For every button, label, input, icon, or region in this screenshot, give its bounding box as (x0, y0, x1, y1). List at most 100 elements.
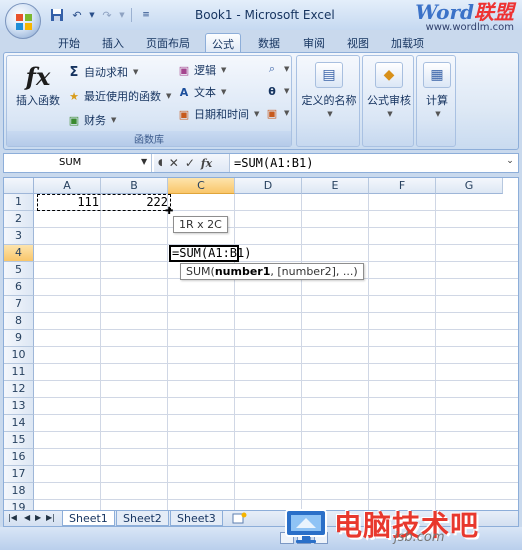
date-time-label: 日期和时间 (194, 108, 249, 121)
tab-insert[interactable]: 插入 (96, 33, 130, 52)
first-sheet-icon[interactable]: |◀ (8, 513, 17, 522)
name-manager-icon: ▤ (315, 62, 343, 88)
calendar-book-icon: ▣ (178, 107, 190, 121)
column-header-a[interactable]: A (34, 178, 101, 194)
row-header-3[interactable]: 3 (4, 228, 34, 245)
row-gridline (34, 329, 518, 330)
recently-used-label: 最近使用的函数 (84, 90, 161, 103)
insert-function-fx-icon[interactable]: fx (201, 157, 212, 170)
row-gridline (34, 448, 518, 449)
chevron-down-icon: ▼ (284, 109, 290, 117)
row-header-13[interactable]: 13 (4, 398, 34, 415)
column-header-e[interactable]: E (302, 178, 369, 194)
autosum-button[interactable]: Σ 自动求和 ▼ (67, 64, 139, 80)
row-header-12[interactable]: 12 (4, 381, 34, 398)
footer-watermark: 电脑技术吧 jsb.com (282, 500, 522, 550)
tab-data[interactable]: 数据 (252, 33, 286, 52)
prev-sheet-icon[interactable]: ◀ (24, 513, 30, 522)
row-header-18[interactable]: 18 (4, 483, 34, 500)
insert-sheet-icon[interactable] (232, 512, 250, 525)
row-header-16[interactable]: 16 (4, 449, 34, 466)
financial-button[interactable]: ▣ 财务 ▼ (67, 112, 117, 128)
tab-view[interactable]: 视图 (341, 33, 375, 52)
redo-dropdown-icon[interactable]: ▼ (118, 6, 126, 24)
calculation-button[interactable]: ▦ 计算 ▼ (417, 62, 457, 118)
lookup-reference-button[interactable]: ⌕ ▼ (265, 62, 289, 76)
row-gridline (34, 380, 518, 381)
tab-home[interactable]: 开始 (52, 33, 86, 52)
undo-icon[interactable]: ↶ (68, 6, 86, 24)
undo-dropdown-icon[interactable]: ▼ (88, 6, 96, 24)
row-header-11[interactable]: 11 (4, 364, 34, 381)
cell-a1[interactable]: 111 (37, 195, 99, 209)
enter-icon[interactable]: ✓ (185, 156, 195, 170)
expand-formula-bar-icon[interactable]: ⌄ (504, 156, 516, 170)
name-box-dropdown-icon[interactable]: ▼ (141, 157, 147, 166)
formula-bar: SUM ▼ ◖ ✕ ✓ fx =SUM(A1:B1) ⌄ (3, 153, 519, 173)
column-header-f[interactable]: F (369, 178, 436, 194)
next-sheet-icon[interactable]: ▶ (35, 513, 41, 522)
column-header-d[interactable]: D (235, 178, 302, 194)
sheet-tab-1[interactable]: Sheet1 (62, 511, 115, 526)
cell-b1[interactable]: 222 (104, 195, 168, 209)
tab-add-ins[interactable]: 加载项 (385, 33, 430, 52)
function-argument-tip[interactable]: SUM(number1, [number2], ...) (180, 263, 364, 280)
formula-input[interactable]: =SUM(A1:B1) (234, 156, 313, 170)
math-trig-button[interactable]: θ ▼ (265, 84, 289, 98)
selection-size-tip: 1R x 2C (173, 216, 228, 233)
row-header-2[interactable]: 2 (4, 211, 34, 228)
tab-review[interactable]: 审阅 (297, 33, 331, 52)
financial-label: 财务 (84, 114, 106, 127)
column-header-g[interactable]: G (436, 178, 503, 194)
financial-book-icon: ▣ (68, 113, 80, 127)
row-gridline (34, 414, 518, 415)
cancel-icon[interactable]: ✕ (169, 156, 179, 170)
more-functions-button[interactable]: ▣ ▼ (265, 106, 290, 120)
auditing-icon: ◆ (375, 62, 403, 88)
logical-book-icon: ▣ (178, 63, 190, 77)
select-all-corner[interactable] (4, 178, 34, 194)
text-button[interactable]: A 文本 ▼ (177, 84, 227, 100)
insert-function-label: 插入函数 (16, 94, 60, 107)
row-header-5[interactable]: 5 (4, 262, 34, 279)
function-library-label: 函数库 (7, 131, 291, 146)
date-time-button[interactable]: ▣ 日期和时间 ▼ (177, 106, 260, 122)
name-box[interactable]: SUM (4, 154, 152, 172)
watermark-sub: jsb.com (394, 530, 445, 545)
column-gridline (100, 194, 101, 510)
last-sheet-icon[interactable]: ▶| (46, 513, 55, 522)
worksheet-grid[interactable]: ABCDEFG 1 2 3 4 5 6 7 8 9 10 11 12 13 14 15 16 17 18 19 11… (3, 177, 519, 511)
row-header-1[interactable]: 1 (4, 194, 34, 211)
redo-icon[interactable]: ↷ (98, 6, 116, 24)
row-header-6[interactable]: 6 (4, 279, 34, 296)
row-header-9[interactable]: 9 (4, 330, 34, 347)
row-header-14[interactable]: 14 (4, 415, 34, 432)
recently-used-button[interactable]: ★ 最近使用的函数 ▼ (67, 88, 171, 104)
sheet-tab-3[interactable]: Sheet3 (170, 511, 223, 526)
active-cell-c4[interactable]: =SUM(A1:B1) (169, 245, 251, 262)
tab-page-layout[interactable]: 页面布局 (140, 33, 196, 52)
formula-auditing-button[interactable]: ◆ 公式审核 ▼ (363, 62, 415, 118)
row-header-4[interactable]: 4 (4, 245, 34, 262)
row-gridline (34, 482, 518, 483)
tip-function-name: SUM( (186, 265, 215, 278)
sheet-tab-2[interactable]: Sheet2 (116, 511, 169, 526)
row-header-15[interactable]: 15 (4, 432, 34, 449)
tab-formulas[interactable]: 公式 (205, 33, 241, 52)
save-icon[interactable] (48, 6, 66, 24)
row-header-17[interactable]: 17 (4, 466, 34, 483)
row-header-7[interactable]: 7 (4, 296, 34, 313)
column-header-b[interactable]: B (101, 178, 168, 194)
formula-auditing-label: 公式审核 (367, 94, 411, 107)
row-header-8[interactable]: 8 (4, 313, 34, 330)
column-header-c[interactable]: C (168, 178, 235, 194)
insert-function-button[interactable]: fx 插入函数 (15, 62, 61, 108)
logical-button[interactable]: ▣ 逻辑 ▼ (177, 62, 227, 78)
fill-handle-icon[interactable]: ✚ (165, 206, 175, 217)
defined-names-button[interactable]: ▤ 定义的名称 ▼ (299, 62, 359, 118)
row-header-19[interactable]: 19 (4, 500, 34, 510)
row-header-10[interactable]: 10 (4, 347, 34, 364)
customize-icon[interactable]: ≡ (137, 6, 155, 24)
tip-remaining-arguments: , [number2], ...) (270, 265, 358, 278)
office-button[interactable] (5, 3, 41, 39)
